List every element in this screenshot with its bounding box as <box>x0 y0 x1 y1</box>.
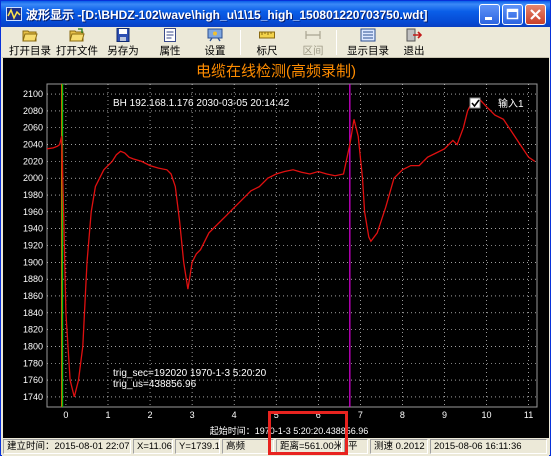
x-tick-label: 11 <box>524 410 533 420</box>
toolbar-separator <box>336 30 337 55</box>
open-file-icon <box>69 28 85 42</box>
show-directory-icon <box>360 28 376 42</box>
ruler-icon <box>259 31 275 39</box>
x-tick-label: 9 <box>442 410 447 420</box>
y-tick-label: 2080 <box>23 106 43 116</box>
y-tick-label: 1940 <box>23 224 43 234</box>
range-icon <box>305 31 321 39</box>
toolbar-label: 属性 <box>159 45 181 57</box>
legend-label: 输入1 <box>498 97 524 110</box>
y-tick-label: 1900 <box>23 257 43 267</box>
toolbar-label: 退出 <box>403 45 425 57</box>
y-tick-label: 1840 <box>23 308 43 318</box>
save-as-button[interactable]: 另存为 <box>106 28 140 57</box>
waveform-series-line <box>46 97 536 398</box>
y-tick-label: 2000 <box>23 173 43 183</box>
y-tick-label: 1980 <box>23 190 43 200</box>
range-button[interactable]: 区间 <box>298 28 328 57</box>
exit-button[interactable]: 退出 <box>399 28 429 57</box>
close-button[interactable] <box>525 4 546 25</box>
y-tick-label: 2020 <box>23 156 43 166</box>
status-datetime: 2015-08-06 16:11:36 <box>430 439 547 454</box>
minimize-icon <box>485 17 492 20</box>
y-tick-label: 1860 <box>23 291 43 301</box>
x-tick-label: 3 <box>190 410 195 420</box>
toolbar-separator <box>240 30 241 55</box>
y-tick-label: 1780 <box>23 358 43 368</box>
y-tick-label: 2100 <box>23 89 43 99</box>
status-y-value: Y=1739.14 <box>175 439 220 454</box>
settings-button[interactable]: 设置 <box>200 28 230 57</box>
properties-icon <box>164 28 176 42</box>
x-tick-label: 1 <box>105 410 110 420</box>
settings-icon <box>207 28 223 42</box>
maximize-button[interactable] <box>502 4 523 25</box>
window-title: 波形显示 -[D:\BHDZ-102\wave\high_u\1\15_high… <box>26 8 428 22</box>
y-tick-label: 1740 <box>23 392 43 402</box>
waveform-chart[interactable]: 电缆在线检测(高频录制)1740176017801800182018401860… <box>3 58 549 438</box>
app-icon <box>6 7 22 21</box>
y-tick-label: 2040 <box>23 140 43 150</box>
y-tick-label: 2060 <box>23 123 43 133</box>
x-tick-label: 10 <box>482 410 492 420</box>
status-x-value: X=11.06 <box>133 439 173 454</box>
status-mode: 高频 <box>222 439 274 454</box>
exit-icon <box>406 28 422 42</box>
status-scale: 测速 0.2012 <box>370 439 428 454</box>
properties-button[interactable]: 属性 <box>155 28 185 57</box>
x-tick-label: 4 <box>232 410 237 420</box>
y-tick-label: 1800 <box>23 341 43 351</box>
minimize-button[interactable] <box>479 4 500 25</box>
chart-title: 电缆在线检测(高频录制) <box>196 63 356 80</box>
y-tick-label: 1760 <box>23 375 43 385</box>
open-file-button[interactable]: 打开文件 <box>55 28 99 57</box>
y-tick-label: 1820 <box>23 325 43 335</box>
y-tick-label: 1880 <box>23 274 43 284</box>
toolbar-label: 设置 <box>204 45 226 57</box>
toolbar-label: 标尺 <box>256 45 278 57</box>
distance-highlight-box <box>268 411 348 455</box>
status-created-time: 建立时间：2015-08-01 22:07:04 <box>3 439 131 454</box>
x-tick-label: 0 <box>63 410 68 420</box>
close-icon <box>530 9 541 20</box>
save-icon <box>116 28 130 42</box>
ruler-button[interactable]: 标尺 <box>252 28 282 57</box>
toolbar-label: 另存为 <box>107 45 139 57</box>
x-tick-label: 8 <box>400 410 405 420</box>
trigger-microseconds-annotation: trig_us=438856.96 <box>113 379 197 390</box>
toolbar-label: 打开文件 <box>56 45 98 57</box>
maximize-icon <box>506 8 519 20</box>
toolbar-label: 打开目录 <box>9 45 51 57</box>
main-window: 波形显示 -[D:\BHDZ-102\wave\high_u\1\15_high… <box>0 0 551 456</box>
chart-header-text: BH 192.168.1.176 2030-03-05 20:14:42 <box>113 98 290 109</box>
toolbar: 打开目录 打开文件 另存为 属性 设置 标尺 区间 显示目录 退出 <box>2 27 549 58</box>
y-tick-label: 1960 <box>23 207 43 217</box>
toolbar-label: 区间 <box>302 45 324 57</box>
folder-open-icon <box>22 30 38 42</box>
toolbar-label: 显示目录 <box>347 45 389 57</box>
open-directory-button[interactable]: 打开目录 <box>8 28 52 57</box>
show-directory-button[interactable]: 显示目录 <box>345 28 391 57</box>
y-tick-label: 1920 <box>23 241 43 251</box>
trigger-seconds-annotation: trig_sec=192020 1970-1-3 5:20:20 <box>113 368 267 379</box>
title-bar[interactable]: 波形显示 -[D:\BHDZ-102\wave\high_u\1\15_high… <box>1 1 550 27</box>
x-tick-label: 2 <box>148 410 153 420</box>
x-tick-label: 7 <box>358 410 363 420</box>
waveform-plot[interactable]: 电缆在线检测(高频录制) 1740 1760 1780 1800 1820 1840 1860… <box>3 58 549 438</box>
